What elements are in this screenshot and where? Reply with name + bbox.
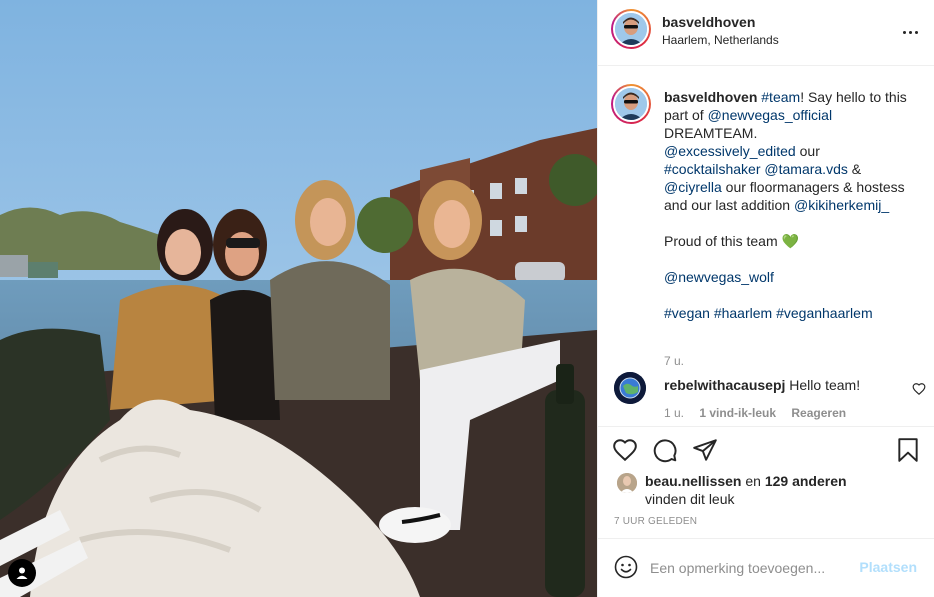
comment-bubble-icon[interactable] [652,437,678,463]
caption-text: basveldhoven #team! Say hello to this pa… [664,88,926,322]
avatar[interactable] [611,9,651,49]
post-header: basveldhoven Haarlem, Netherlands [598,0,934,66]
mention-link[interactable]: @kikiherkemij_ [794,197,889,213]
post-timestamp[interactable]: 7 UUR GELEDEN [614,516,697,527]
mention-link[interactable]: @newvegas_official [708,107,832,123]
paper-plane-icon[interactable] [692,437,718,463]
caption-segment: Proud of this team 💚 [664,233,799,249]
post-photo[interactable] [0,0,597,597]
comment-heart-icon[interactable] [912,382,926,396]
liker-username[interactable]: beau.nellissen [645,473,741,489]
mention-link[interactable]: @ciyrella [664,179,722,195]
comment-avatar[interactable] [614,372,646,404]
post-location[interactable]: Haarlem, Netherlands [662,33,779,47]
caption-avatar[interactable] [611,84,651,124]
comment-text: rebelwithacausepj Hello team! [664,377,860,393]
comment-body: Hello team! [789,377,861,393]
comment-time[interactable]: 1 u. [664,406,684,420]
user-tag-icon[interactable] [8,559,36,587]
mention-link[interactable]: @excessively_edited [664,143,796,159]
caption-body: #team! Say hello to this part of @newveg… [664,89,911,321]
hashtag-link[interactable]: #vegan [664,305,710,321]
comments-area[interactable]: basveldhoven #team! Say hello to this pa… [598,66,934,426]
heart-icon[interactable] [612,437,638,463]
likes-suffix: vinden dit leuk [645,491,735,507]
reply-button[interactable]: Reageren [791,406,846,420]
smiley-icon[interactable] [614,555,638,579]
hashtag-link[interactable]: #team [761,89,800,105]
hashtag-link[interactable]: #haarlem [714,305,772,321]
comment-meta: 1 u. 1 vind-ik-leuk Reageren [664,406,858,420]
mention-link[interactable]: @tamara.vds [764,161,847,177]
hashtag-link[interactable]: #cocktailshaker [664,161,761,177]
post-username[interactable]: basveldhoven [662,14,755,30]
comment-input[interactable] [650,553,850,583]
hashtag-link[interactable]: #veganhaarlem [776,305,873,321]
likes-connector: en [745,473,761,489]
caption-username[interactable]: basveldhoven [664,89,757,105]
comment-likes[interactable]: 1 vind-ik-leuk [699,406,776,420]
likes-others[interactable]: 129 anderen [765,473,847,489]
caption-segment: our [799,143,820,159]
photo-illustration [0,0,597,597]
ellipsis-icon[interactable] [898,20,922,44]
mention-link[interactable]: @newvegas_wolf [664,269,774,285]
add-comment-bar: Plaatsen [598,538,934,597]
post-comment-button[interactable]: Plaatsen [859,559,917,575]
caption-time[interactable]: 7 u. [664,354,684,368]
bookmark-icon[interactable] [895,437,921,463]
comment-username[interactable]: rebelwithacausepj [664,377,785,393]
liker-avatar[interactable] [617,473,637,493]
caption-segment: & [851,161,862,177]
post-side-panel: basveldhoven Haarlem, Netherlands basvel… [597,0,934,597]
likes-line: beau.nellissen en 129 anderen [645,473,847,489]
action-bar: beau.nellissen en 129 anderen vinden dit… [598,426,934,538]
